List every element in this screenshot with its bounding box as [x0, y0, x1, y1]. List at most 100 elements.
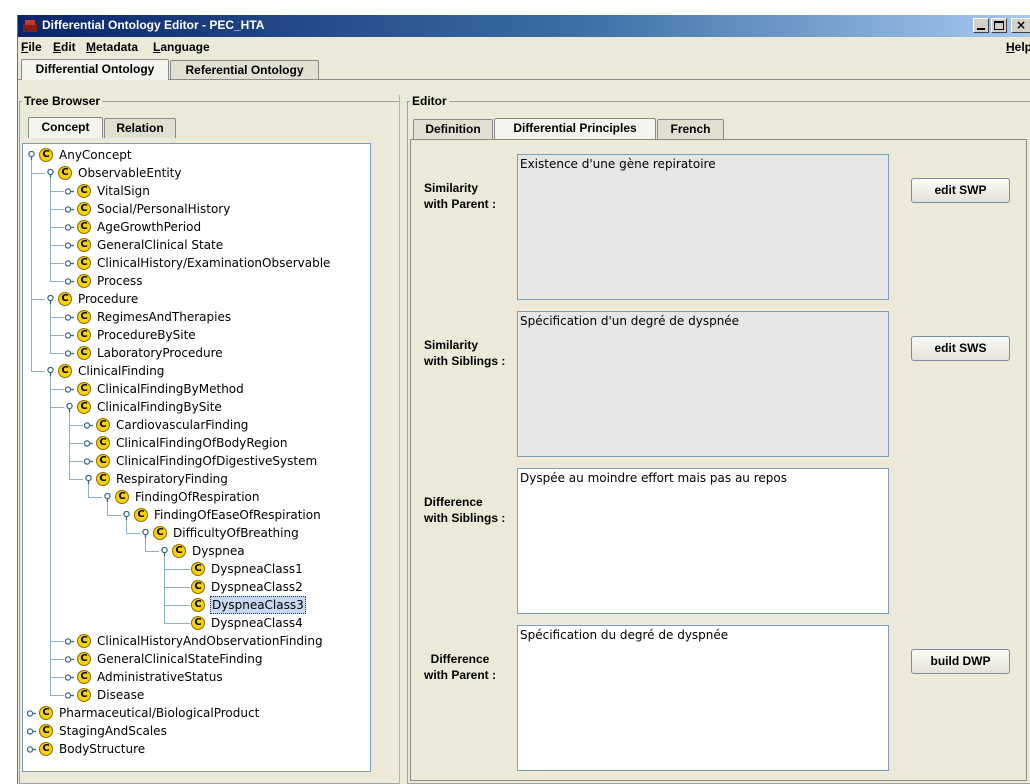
tab-referential-ontology[interactable]: Referential Ontology: [170, 60, 319, 80]
tab-concept[interactable]: Concept: [28, 117, 103, 138]
collapsed-handle-icon[interactable]: [65, 223, 74, 232]
concept-icon: C: [172, 544, 186, 558]
tree-connector-line: [50, 353, 64, 354]
tree-connector-line: [69, 425, 83, 426]
expanded-handle-icon[interactable]: [84, 475, 93, 484]
concept-tree[interactable]: C AnyConcept C ObservableEntity C VitalSign C S…: [22, 143, 371, 772]
tree-node-label: DyspneaClass1: [211, 562, 303, 576]
tab-definition[interactable]: Definition: [413, 119, 493, 139]
concept-icon: C: [77, 652, 91, 666]
expanded-handle-icon[interactable]: [141, 529, 150, 538]
collapsed-handle-icon[interactable]: [27, 745, 36, 754]
tree-connector-line: [50, 335, 64, 336]
collapsed-handle-icon[interactable]: [65, 691, 74, 700]
collapsed-handle-icon[interactable]: [65, 313, 74, 322]
tree-node-label: ClinicalFindingOfBodyRegion: [116, 436, 288, 450]
tab-relation[interactable]: Relation: [104, 118, 176, 138]
title-bar[interactable]: Differential Ontology Editor - PEC_HTA ×: [18, 15, 1030, 37]
expanded-handle-icon[interactable]: [46, 295, 55, 304]
menu-language[interactable]: Language: [153, 40, 210, 54]
tree-connector-line: [50, 677, 64, 678]
tree-connector-line: [126, 533, 140, 534]
difference-with-siblings-field[interactable]: Dyspée au moindre effort mais pas au rep…: [517, 468, 889, 614]
field-label: Difference with Siblings :: [424, 494, 505, 526]
menu-metadata[interactable]: Metadata: [86, 40, 138, 54]
collapsed-handle-icon[interactable]: [65, 241, 74, 250]
concept-icon: C: [39, 148, 53, 162]
concept-icon: C: [77, 310, 91, 324]
similarity-with-parent-field[interactable]: Existence d'une gène repiratoire: [517, 154, 889, 300]
tree-connector-line: [88, 484, 89, 497]
expanded-handle-icon[interactable]: [27, 151, 36, 160]
collapsed-handle-icon[interactable]: [27, 727, 36, 736]
concept-icon: C: [191, 598, 205, 612]
concept-icon: C: [96, 436, 110, 450]
tab-differential-principles[interactable]: Differential Principles: [494, 118, 656, 139]
concept-icon: C: [77, 670, 91, 684]
expanded-handle-icon[interactable]: [65, 403, 74, 412]
collapsed-handle-icon[interactable]: [27, 709, 36, 718]
concept-icon: C: [77, 202, 91, 216]
concept-icon: C: [134, 508, 148, 522]
concept-icon: C: [115, 490, 129, 504]
concept-icon: C: [77, 400, 91, 414]
concept-icon: C: [153, 526, 167, 540]
concept-icon: C: [58, 292, 72, 306]
tree-connector-line: [69, 443, 83, 444]
tree-connector-line: [31, 160, 32, 371]
difference-with-parent-field[interactable]: Spécification du degré de dyspnée: [517, 625, 889, 771]
tab-differential-ontology[interactable]: Differential Ontology: [21, 59, 169, 80]
concept-icon: C: [77, 382, 91, 396]
edit-swp-button[interactable]: edit SWP: [911, 178, 1010, 203]
expanded-handle-icon[interactable]: [46, 367, 55, 376]
tree-node-label: BodyStructure: [59, 742, 146, 756]
expanded-handle-icon[interactable]: [46, 169, 55, 178]
split-pane-divider[interactable]: [399, 95, 404, 784]
tree-node-label: GeneralClinical State: [97, 238, 224, 252]
collapsed-handle-icon[interactable]: [65, 655, 74, 664]
collapsed-handle-icon[interactable]: [65, 331, 74, 340]
tree-connector-line: [50, 407, 64, 408]
tree-node-label: StagingAndScales: [59, 724, 167, 738]
tree-node-label: DyspneaClass4: [211, 616, 303, 630]
collapsed-handle-icon[interactable]: [65, 349, 74, 358]
tree-node-label: Disease: [97, 688, 145, 702]
collapsed-handle-icon[interactable]: [65, 673, 74, 682]
tree-node-label: Pharmaceutical/BiologicalProduct: [59, 706, 260, 720]
collapsed-handle-icon[interactable]: [65, 637, 74, 646]
concept-icon: C: [96, 418, 110, 432]
tree-connector-line: [164, 556, 165, 623]
edit-sws-button[interactable]: edit SWS: [911, 336, 1010, 361]
collapsed-handle-icon[interactable]: [84, 457, 93, 466]
collapsed-handle-icon[interactable]: [84, 421, 93, 430]
menu-edit[interactable]: Edit: [53, 40, 76, 54]
tab-french[interactable]: French: [657, 119, 724, 139]
field-label-line: Difference: [424, 495, 483, 509]
tree-node-label: ClinicalFindingByMethod: [97, 382, 244, 396]
similarity-with-siblings-field[interactable]: Spécification d'un degré de dyspnée: [517, 311, 889, 457]
collapsed-handle-icon[interactable]: [65, 205, 74, 214]
tree-node-label: RespiratoryFinding: [116, 472, 228, 486]
concept-icon: C: [39, 724, 53, 738]
collapsed-handle-icon[interactable]: [65, 187, 74, 196]
collapsed-handle-icon[interactable]: [65, 385, 74, 394]
expanded-handle-icon[interactable]: [103, 493, 112, 502]
collapsed-handle-icon[interactable]: [65, 259, 74, 268]
minimize-button[interactable]: [973, 18, 989, 33]
tree-connector-line: [50, 376, 51, 695]
build-dwp-button[interactable]: build DWP: [911, 649, 1010, 674]
tree-connector-line: [164, 623, 190, 624]
tree-node-label: Process: [97, 274, 143, 288]
menu-file[interactable]: File: [21, 40, 42, 54]
tree-connector-line: [50, 191, 64, 192]
close-button[interactable]: ×: [1011, 18, 1030, 33]
tree-connector-line: [145, 551, 159, 552]
menu-help[interactable]: Help: [1006, 40, 1030, 54]
maximize-button[interactable]: [991, 18, 1007, 33]
expanded-handle-icon[interactable]: [160, 547, 169, 556]
expanded-handle-icon[interactable]: [122, 511, 131, 520]
collapsed-handle-icon[interactable]: [65, 277, 74, 286]
collapsed-handle-icon[interactable]: [84, 439, 93, 448]
tree-node-label: FindingOfRespiration: [135, 490, 260, 504]
concept-icon: C: [77, 274, 91, 288]
